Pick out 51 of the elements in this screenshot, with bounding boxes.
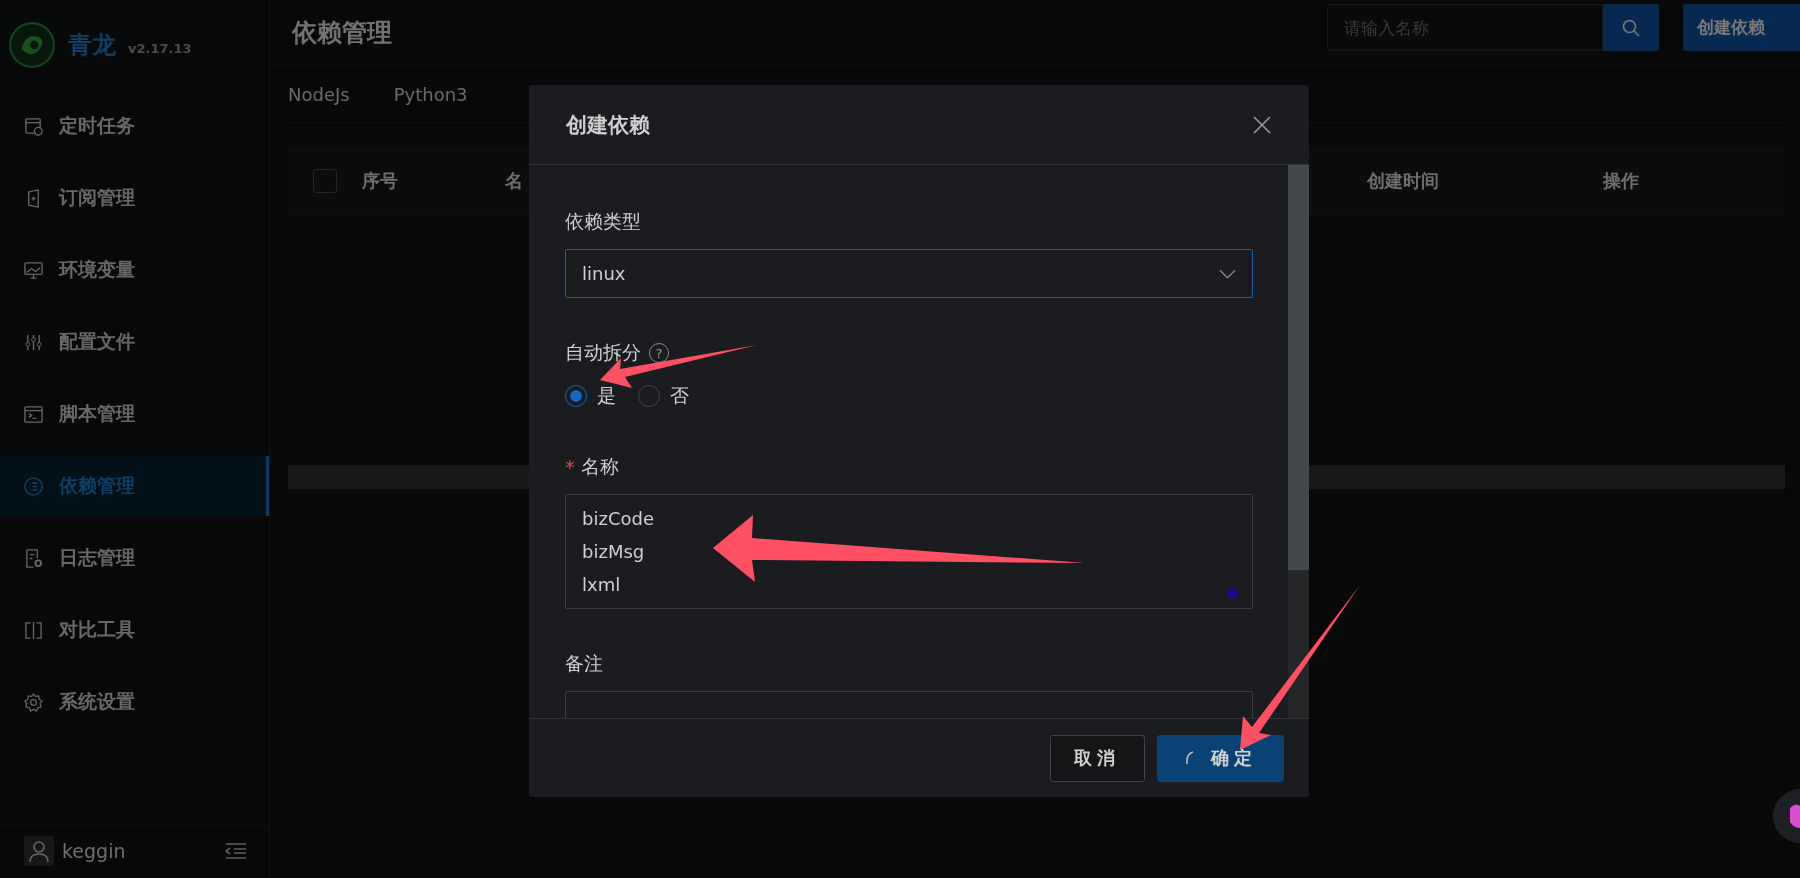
user-name: keggin [62,840,127,862]
create-button[interactable]: 创建依赖 [1683,4,1800,51]
field-label: 备注 [565,651,603,676]
select-value: linux [582,263,626,284]
dialog-title: 创建依赖 [566,111,650,139]
list-icon [24,476,43,496]
app-name: 青龙 [68,30,116,61]
column-header: 操作 [1603,168,1639,193]
radio-label: 是 [597,383,616,408]
radio-label: 否 [670,383,689,408]
tab[interactable]: NodeJs [288,83,350,105]
search-button[interactable] [1603,4,1659,51]
sidebar-item[interactable]: 环境变量 [0,240,269,300]
split-columns-icon [24,620,43,640]
floating-assistant-icon[interactable] [1772,788,1800,844]
app-version: v2.17.13 [128,40,192,56]
sidebar-item[interactable]: 日志管理 [0,528,269,588]
required-mark: * [565,456,575,478]
dependency-type-select[interactable]: linux [565,249,1253,298]
search-icon [1622,18,1640,37]
calendar-clock-icon [24,116,43,136]
column-header: 序号 [362,168,398,193]
settings-icon [24,692,43,712]
vertical-scrollbar[interactable] [1288,165,1309,718]
sidebar-item[interactable]: 脚本管理 [0,384,269,444]
column-header: 创建时间 [1367,168,1439,193]
field-label: 自动拆分 [565,340,641,365]
sidebar-item[interactable]: 订阅管理 [0,168,269,228]
collapse-menu-icon[interactable] [225,842,247,860]
document-gear-icon [24,548,43,568]
field-label: 依赖类型 [565,209,641,234]
terminal-icon [24,404,43,424]
confirm-button[interactable]: 确定 [1157,734,1284,782]
field-label: 名称 [580,454,619,479]
user-avatar-icon[interactable] [24,836,54,866]
sidebar-item[interactable]: 配置文件 [0,312,269,372]
close-icon[interactable] [1252,114,1272,135]
select-all-checkbox[interactable] [313,168,337,193]
sidebar-item[interactable]: 定时任务 [0,96,269,156]
monitor-icon [24,260,43,280]
chevron-down-icon [1219,268,1236,279]
sidebar-item[interactable]: 对比工具 [0,600,269,660]
textarea-field[interactable]: bizCode bizMsg lxml [565,494,1253,609]
cancel-button[interactable]: 取消 [1050,734,1145,782]
sliders-icon [24,332,43,352]
sidebar-item[interactable]: 系统设置 [0,672,269,732]
radio-button[interactable] [565,385,587,407]
page-title: 依赖管理 [292,17,393,49]
status-dot [1227,588,1238,599]
tab[interactable]: Python3 [393,83,468,105]
column-header: 名 [505,168,523,193]
